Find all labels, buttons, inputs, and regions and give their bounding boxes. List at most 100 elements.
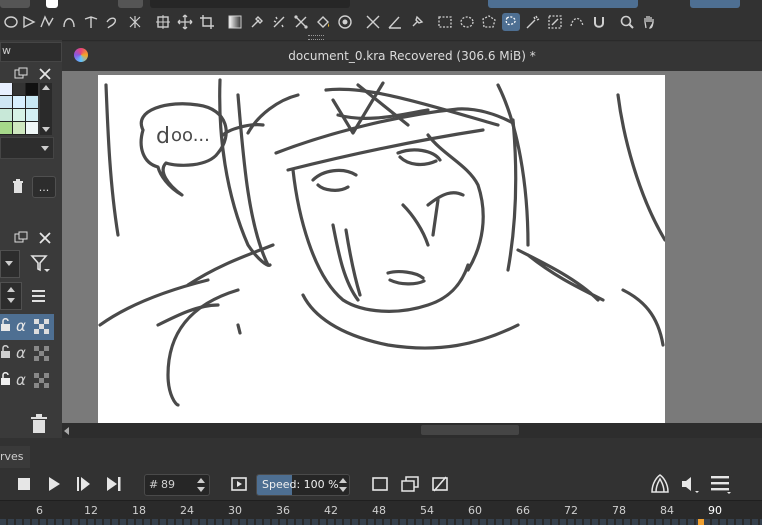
zoom-tool-icon[interactable] xyxy=(618,13,636,31)
current-frame-spinbox[interactable]: # 89 xyxy=(144,474,210,496)
playhead-marker[interactable] xyxy=(698,519,704,525)
blend-strip[interactable] xyxy=(118,0,143,8)
layer-options-menu-icon[interactable] xyxy=(30,288,50,304)
frame-icon[interactable] xyxy=(371,476,389,492)
spin-up-icon[interactable] xyxy=(339,478,347,483)
spin-up-icon[interactable] xyxy=(7,287,15,292)
blend-mode-dropdown[interactable] xyxy=(0,250,20,278)
timeline-tick-label: 42 xyxy=(324,504,338,517)
gradient-tool-icon[interactable] xyxy=(226,13,244,31)
brush-preset-field[interactable] xyxy=(150,0,350,8)
duplicate-frame-icon[interactable] xyxy=(400,475,420,493)
angle-tool-icon[interactable] xyxy=(386,13,404,31)
curves-tab[interactable]: rves xyxy=(0,446,30,468)
timeline-tick-label: 12 xyxy=(84,504,98,517)
timeline-tick-label: 72 xyxy=(564,504,578,517)
onion-skin-icon[interactable] xyxy=(649,473,671,495)
timeline-tick-label: 48 xyxy=(372,504,386,517)
spin-down-icon[interactable] xyxy=(197,487,205,492)
scroll-left-icon[interactable] xyxy=(64,427,69,435)
inherit-alpha-icon[interactable] xyxy=(34,319,50,335)
opacity-spinbox[interactable] xyxy=(0,282,22,310)
timeline-tick-label: 24 xyxy=(180,504,194,517)
last-frame-icon[interactable] xyxy=(106,476,122,492)
alpha-lock-icon[interactable]: α xyxy=(16,344,26,362)
lock-icon[interactable] xyxy=(0,345,10,359)
ellipse-tool-icon[interactable] xyxy=(2,13,20,31)
palette-selector-dropdown[interactable] xyxy=(0,137,54,159)
playback-speed-slider[interactable]: Speed: 100 % xyxy=(256,474,350,496)
menu-icon[interactable] xyxy=(710,474,732,494)
delete-layer-icon[interactable] xyxy=(30,414,48,434)
polyline-tool-icon[interactable] xyxy=(38,13,56,31)
alpha-lock-icon[interactable]: α xyxy=(16,371,26,389)
timeline-ruler[interactable]: 6 12 18 24 30 36 42 48 54 60 66 72 78 84 90 xyxy=(0,500,762,525)
color-picker-tool-icon[interactable] xyxy=(248,13,266,31)
smart-patch-tool-icon[interactable] xyxy=(270,13,288,31)
palette-scrollbar[interactable] xyxy=(40,83,52,135)
dynamic-brush-tool-icon[interactable] xyxy=(104,13,122,31)
inherit-alpha-icon[interactable] xyxy=(34,346,50,362)
scroll-down-icon[interactable] xyxy=(42,127,50,132)
rectangular-selection-icon[interactable] xyxy=(436,13,454,31)
next-frame-icon[interactable] xyxy=(76,476,92,492)
layer-row[interactable]: α xyxy=(0,341,54,367)
play-icon[interactable] xyxy=(46,476,62,492)
move-tool-icon[interactable] xyxy=(176,13,194,31)
filter-icon[interactable] xyxy=(30,253,50,273)
assistant-tool-icon[interactable] xyxy=(292,13,310,31)
elliptical-selection-icon[interactable] xyxy=(458,13,476,31)
alpha-lock-icon[interactable]: α xyxy=(16,317,26,335)
color-palette-grid[interactable] xyxy=(0,83,38,135)
more-options-button[interactable]: ... xyxy=(32,176,56,198)
contiguous-selection-icon[interactable] xyxy=(524,13,542,31)
magnetic-selection-icon[interactable] xyxy=(590,13,608,31)
float-docker-icon[interactable] xyxy=(14,67,28,79)
reference-pin-tool-icon[interactable] xyxy=(408,13,426,31)
docker-tab[interactable]: w xyxy=(0,42,62,62)
horizontal-scroll-thumb[interactable] xyxy=(421,425,519,435)
drawing-canvas[interactable]: d oo... xyxy=(98,75,667,423)
loop-icon[interactable] xyxy=(230,475,248,493)
crop-tool-icon[interactable] xyxy=(198,13,216,31)
spin-down-icon[interactable] xyxy=(339,487,347,492)
audio-icon[interactable] xyxy=(680,474,700,494)
lock-icon[interactable] xyxy=(0,318,10,332)
similar-color-selection-icon[interactable] xyxy=(546,13,564,31)
freehand-selection-icon[interactable] xyxy=(502,13,520,31)
float-layers-docker-icon[interactable] xyxy=(14,231,28,243)
spin-down-icon[interactable] xyxy=(7,298,15,303)
frame-cells[interactable] xyxy=(0,519,762,525)
bezier-tool-icon[interactable] xyxy=(60,13,78,31)
docker-tab-label: w xyxy=(2,44,11,57)
crop-transform-tool-icon[interactable] xyxy=(154,13,172,31)
layer-row-selected[interactable]: α xyxy=(0,314,54,340)
scroll-up-icon[interactable] xyxy=(42,85,50,90)
trash-icon[interactable] xyxy=(10,178,26,194)
measure-tool-icon[interactable] xyxy=(364,13,382,31)
lock-icon[interactable] xyxy=(0,372,10,386)
toolbar-grip[interactable] xyxy=(308,35,324,40)
multibrush-tool-icon[interactable] xyxy=(126,13,144,31)
spin-up-icon[interactable] xyxy=(197,478,205,483)
freehand-path-tool-icon[interactable] xyxy=(82,13,100,31)
color-swatch-strip[interactable] xyxy=(0,0,30,8)
remove-frame-icon[interactable] xyxy=(431,475,449,493)
enclose-fill-tool-icon[interactable] xyxy=(336,13,354,31)
polygon-tool-icon[interactable] xyxy=(20,13,38,31)
fill-tool-icon[interactable] xyxy=(314,13,332,31)
speed-label: Speed xyxy=(262,478,297,491)
tool-options-toolbar xyxy=(0,0,762,41)
pan-tool-icon[interactable] xyxy=(640,13,658,31)
inherit-alpha-icon[interactable] xyxy=(34,373,50,389)
close-layers-docker-icon[interactable] xyxy=(38,231,52,245)
polygonal-selection-icon[interactable] xyxy=(480,13,498,31)
left-docker-panel: w ... α α α xyxy=(0,40,62,438)
layer-row[interactable]: α xyxy=(0,368,54,394)
horizontal-scrollbar[interactable] xyxy=(62,423,762,438)
bezier-selection-icon[interactable] xyxy=(568,13,586,31)
stop-icon[interactable] xyxy=(16,476,32,492)
close-docker-icon[interactable] xyxy=(38,67,52,81)
selection-mode-dropdown[interactable] xyxy=(488,0,638,8)
foreground-color-swatch[interactable] xyxy=(46,0,58,8)
